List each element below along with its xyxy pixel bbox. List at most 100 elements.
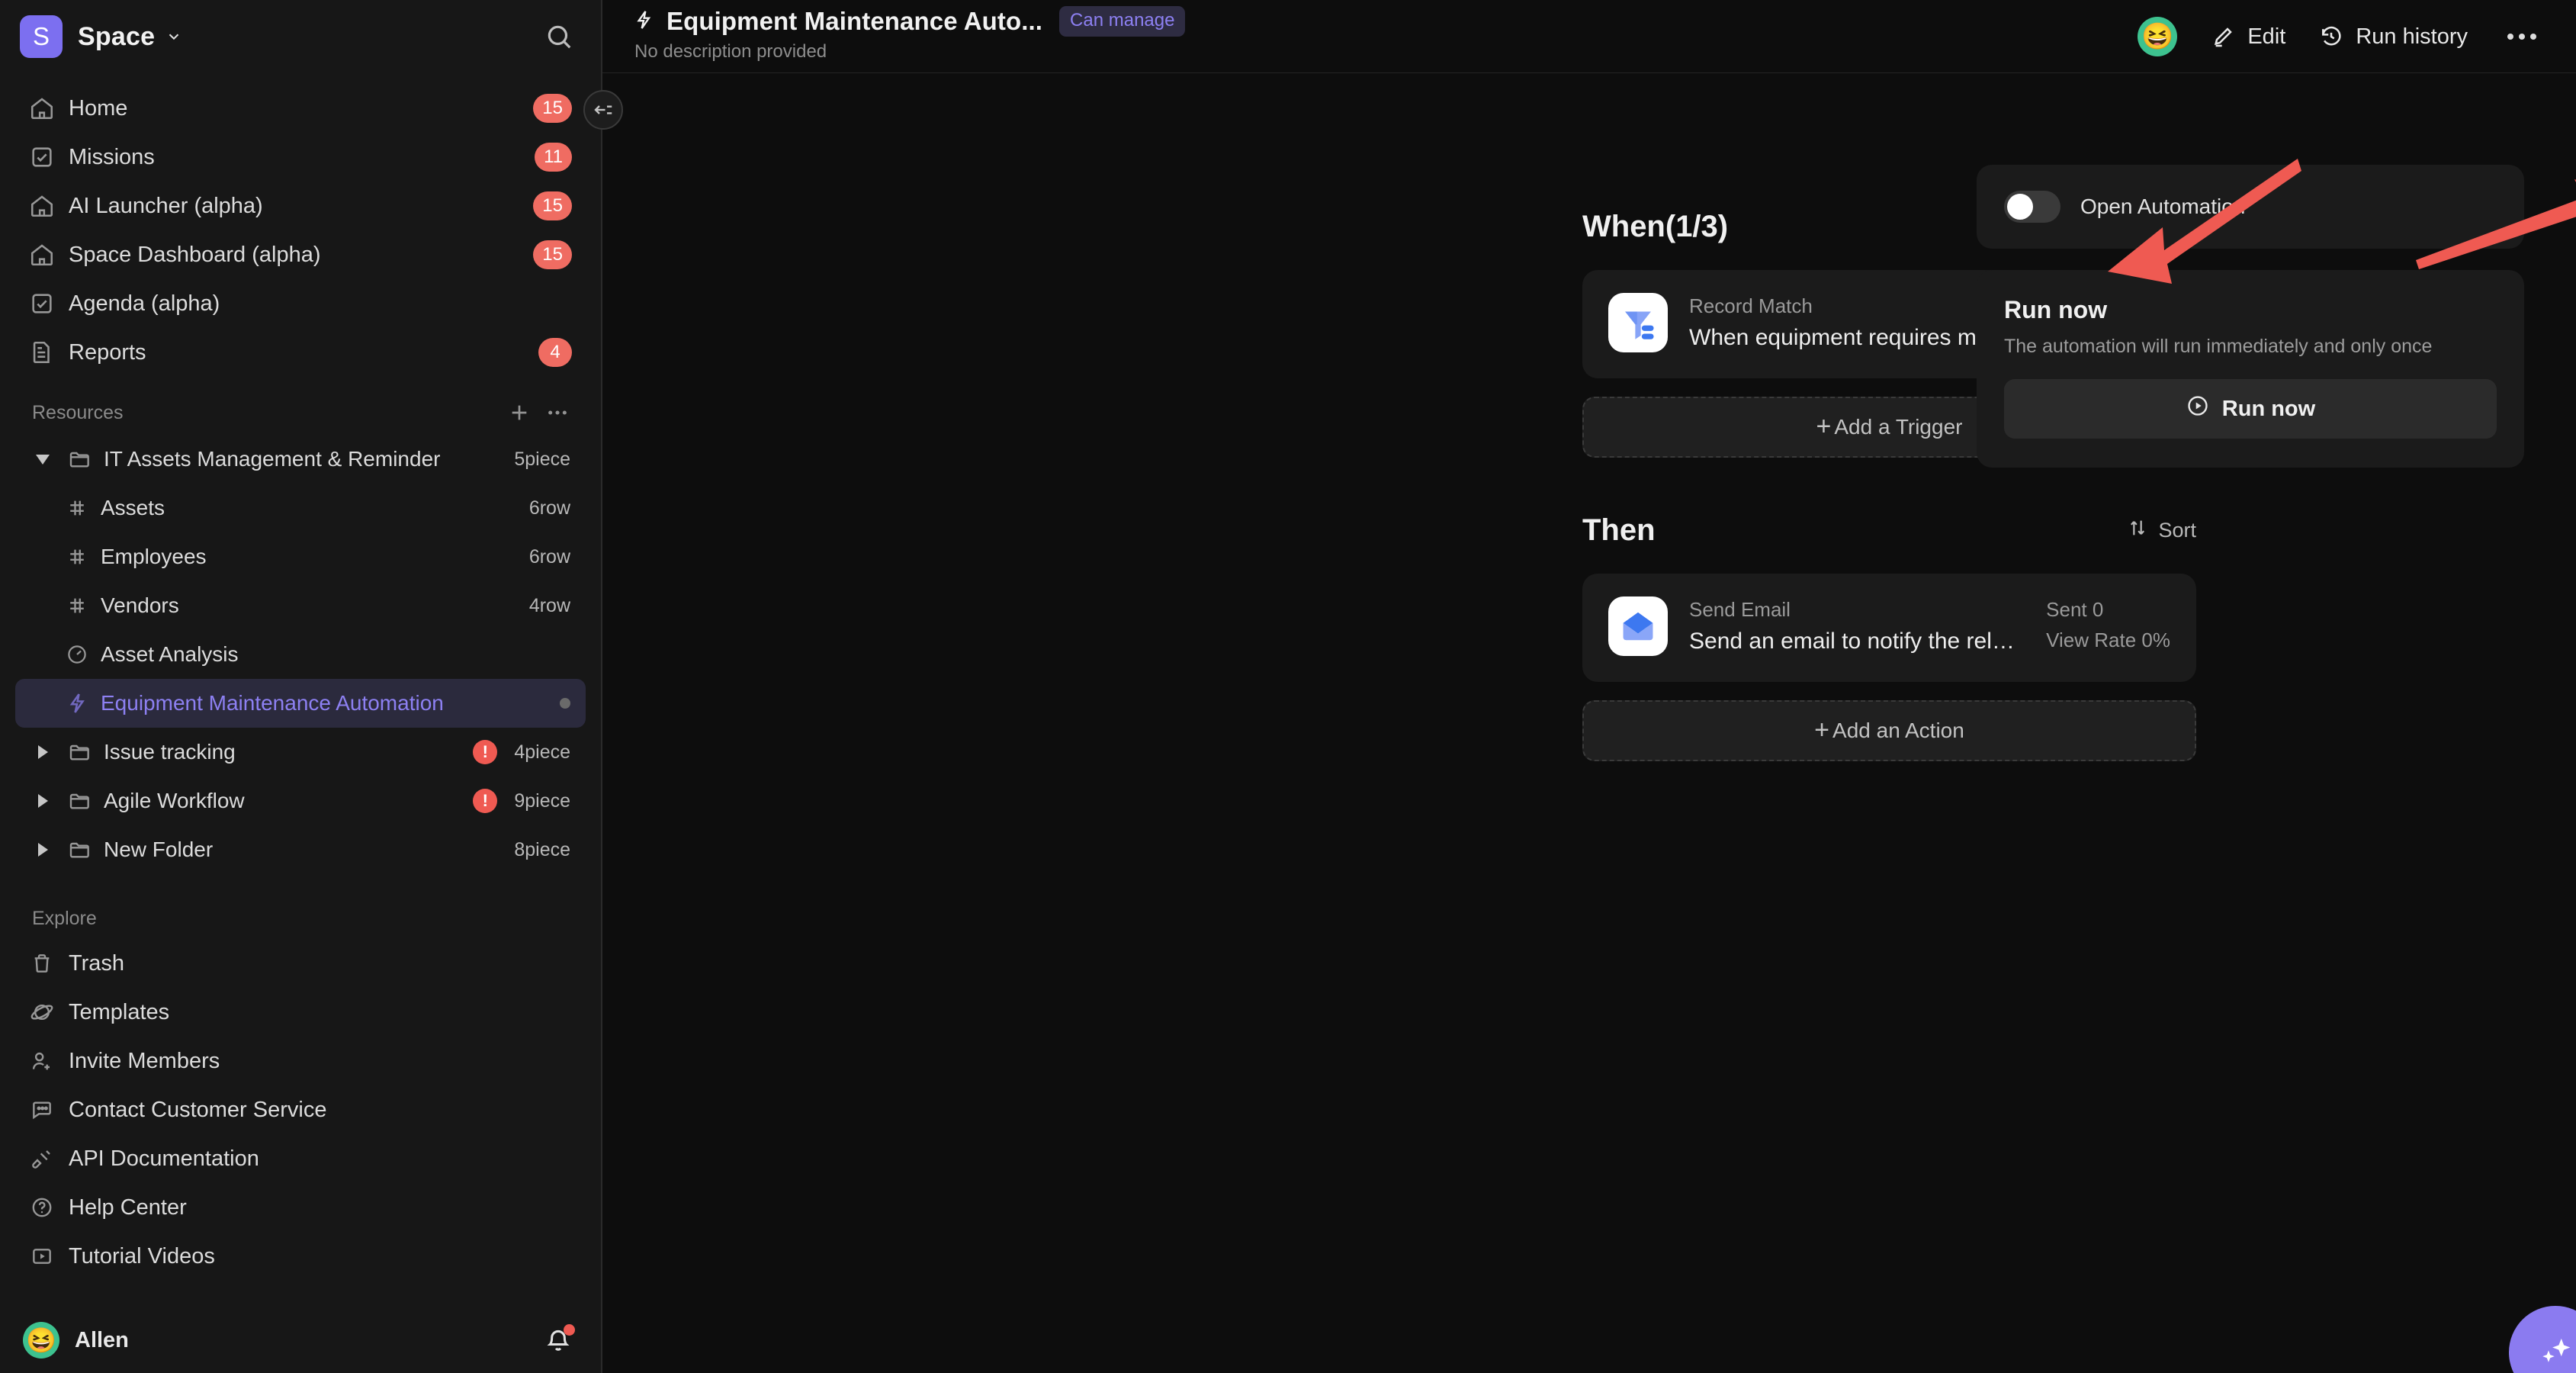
expand-triangle-closed-icon[interactable] [29, 745, 56, 759]
ai-sparkle-icon [2542, 1338, 2571, 1362]
tree-item-meta: 8piece [514, 838, 570, 860]
sidebar-item-trash[interactable]: Trash [15, 939, 586, 988]
then-title: Then [1582, 513, 1656, 547]
sidebar-item-tutorial-videos[interactable]: Tutorial Videos [15, 1232, 586, 1281]
video-icon [29, 1243, 55, 1269]
action-name: Send an email to notify the releva... [1689, 629, 2025, 654]
run-now-subtitle: The automation will run immediately and … [2004, 336, 2433, 357]
resources-section-header: Resources [0, 377, 601, 435]
question-circle-icon [29, 1195, 55, 1220]
tree-item-meta: 4row [528, 594, 570, 616]
tree-item-meta: 9piece [514, 789, 570, 812]
edit-button[interactable]: Edit [2211, 24, 2285, 50]
pencil-icon [2211, 24, 2235, 49]
expand-triangle-closed-icon[interactable] [29, 794, 56, 808]
check-square-icon [29, 291, 55, 317]
tree-item-employees[interactable]: Employees 6row [15, 532, 586, 581]
workspace-header[interactable]: S Space [0, 0, 601, 73]
open-automation-toggle[interactable] [2004, 191, 2060, 223]
tree-item-it-assets-folder[interactable]: IT Assets Management & Reminder 5piece [15, 435, 586, 484]
explore-title: Explore [32, 908, 97, 929]
action-kind: Send Email [1689, 598, 1791, 621]
tree-item-meta: 4piece [514, 741, 570, 763]
dashboard-icon [64, 643, 90, 666]
tree-item-vendors[interactable]: Vendors 4row [15, 581, 586, 630]
tree-item-issue-tracking[interactable]: Issue tracking ! 4piece [15, 728, 586, 777]
action-card-send-email[interactable]: Send Email Send an email to notify the r… [1582, 574, 2196, 682]
edit-label: Edit [2247, 24, 2286, 49]
tree-item-label: Employees [101, 545, 207, 568]
then-section-header: Then Sort [1582, 506, 2196, 554]
search-icon[interactable] [544, 22, 573, 51]
tree-item-equipment-maintenance-automation[interactable]: Equipment Maintenance Automation [15, 679, 586, 728]
sidebar-item-label: Missions [69, 144, 155, 169]
expand-triangle-closed-icon[interactable] [29, 843, 56, 857]
sidebar-item-label: Space Dashboard (alpha) [69, 242, 321, 267]
sidebar-item-templates[interactable]: Templates [15, 988, 586, 1037]
sidebar-badge: 4 [538, 338, 572, 367]
sidebar-badge: 11 [535, 143, 572, 172]
automation-title-block: Equipment Maintenance Auto... Can manage… [633, 0, 1186, 63]
primary-nav: Home 15 Missions 11 AI Launcher (alpha) … [0, 73, 601, 377]
sidebar-item-label: Reports [69, 339, 146, 365]
page-title: Equipment Maintenance Auto... [666, 7, 1043, 35]
ellipsis-icon[interactable] [544, 400, 570, 426]
ellipsis-icon[interactable] [2501, 27, 2542, 46]
run-now-title: Run now [2004, 296, 2108, 323]
tree-item-agile-workflow[interactable]: Agile Workflow ! 9piece [15, 777, 586, 825]
tree-item-label: Vendors [101, 593, 179, 617]
table-icon [64, 545, 90, 568]
run-now-button[interactable]: Run now [2004, 379, 2497, 439]
explore-section-header: Explore [0, 874, 601, 939]
expand-triangle-open-icon[interactable] [29, 454, 56, 465]
sidebar-item-label: Templates [69, 999, 170, 1024]
alert-icon: ! [473, 789, 498, 813]
collapse-sidebar-button[interactable] [583, 90, 623, 130]
sidebar-item-space-dashboard[interactable]: Space Dashboard (alpha) 15 [15, 230, 586, 279]
sidebar: S Space Home 15 Missions 11 AI Launcher [0, 0, 623, 1373]
sidebar-item-missions[interactable]: Missions 11 [15, 133, 586, 182]
toggle-knob [2007, 194, 2033, 220]
run-now-button-label: Run now [2221, 396, 2316, 421]
avatar[interactable]: 😆 [2138, 17, 2178, 56]
tree-item-new-folder[interactable]: New Folder 8piece [15, 825, 586, 874]
add-action-button[interactable]: + Add an Action [1582, 700, 2196, 761]
folder-icon [67, 740, 93, 764]
tree-item-label: Asset Analysis [101, 642, 239, 666]
avatar[interactable]: 😆 [23, 1322, 59, 1359]
ai-assistant-fab[interactable] [2509, 1306, 2576, 1373]
explore-list: Trash Templates Invite Members Contact C… [0, 939, 601, 1281]
sidebar-item-label: Help Center [69, 1195, 187, 1220]
bolt-icon [633, 8, 654, 36]
run-history-button[interactable]: Run history [2319, 24, 2468, 50]
plus-icon: + [1814, 715, 1830, 744]
sidebar-item-contact-customer-service[interactable]: Contact Customer Service [15, 1085, 586, 1134]
sidebar-item-invite-members[interactable]: Invite Members [15, 1037, 586, 1085]
sidebar-user-row[interactable]: 😆 Allen [0, 1307, 601, 1373]
tree-item-asset-analysis[interactable]: Asset Analysis [15, 630, 586, 679]
then-sort-button[interactable]: Sort [2127, 517, 2196, 544]
tree-item-assets[interactable]: Assets 6row [15, 484, 586, 532]
add-trigger-label: Add a Trigger [1834, 415, 1963, 439]
tree-item-meta: 6row [528, 497, 570, 519]
sidebar-item-api-documentation[interactable]: API Documentation [15, 1134, 586, 1183]
bell-icon[interactable] [543, 1324, 575, 1355]
sidebar-item-label: Invite Members [69, 1048, 220, 1073]
chevron-down-icon[interactable] [165, 28, 182, 45]
tree-item-meta: 6row [528, 545, 570, 568]
run-history-label: Run history [2356, 24, 2468, 49]
right-panel: Open Automation Run now The automation w… [1977, 165, 2524, 468]
automation-canvas: When(1/3) Sort [602, 73, 2576, 1373]
planet-icon [29, 999, 55, 1025]
sidebar-item-home[interactable]: Home 15 [15, 84, 586, 133]
open-automation-card: Open Automation [1977, 165, 2524, 249]
sidebar-item-label: Tutorial Videos [69, 1243, 215, 1268]
sidebar-item-agenda[interactable]: Agenda (alpha) [15, 279, 586, 328]
sidebar-item-ai-launcher[interactable]: AI Launcher (alpha) 15 [15, 182, 586, 230]
plus-icon[interactable] [506, 400, 532, 426]
sidebar-item-help-center[interactable]: Help Center [15, 1183, 586, 1232]
unsaved-dot-icon [560, 698, 570, 709]
folder-icon [67, 838, 93, 862]
sidebar-item-reports[interactable]: Reports 4 [15, 328, 586, 377]
table-icon [64, 594, 90, 617]
